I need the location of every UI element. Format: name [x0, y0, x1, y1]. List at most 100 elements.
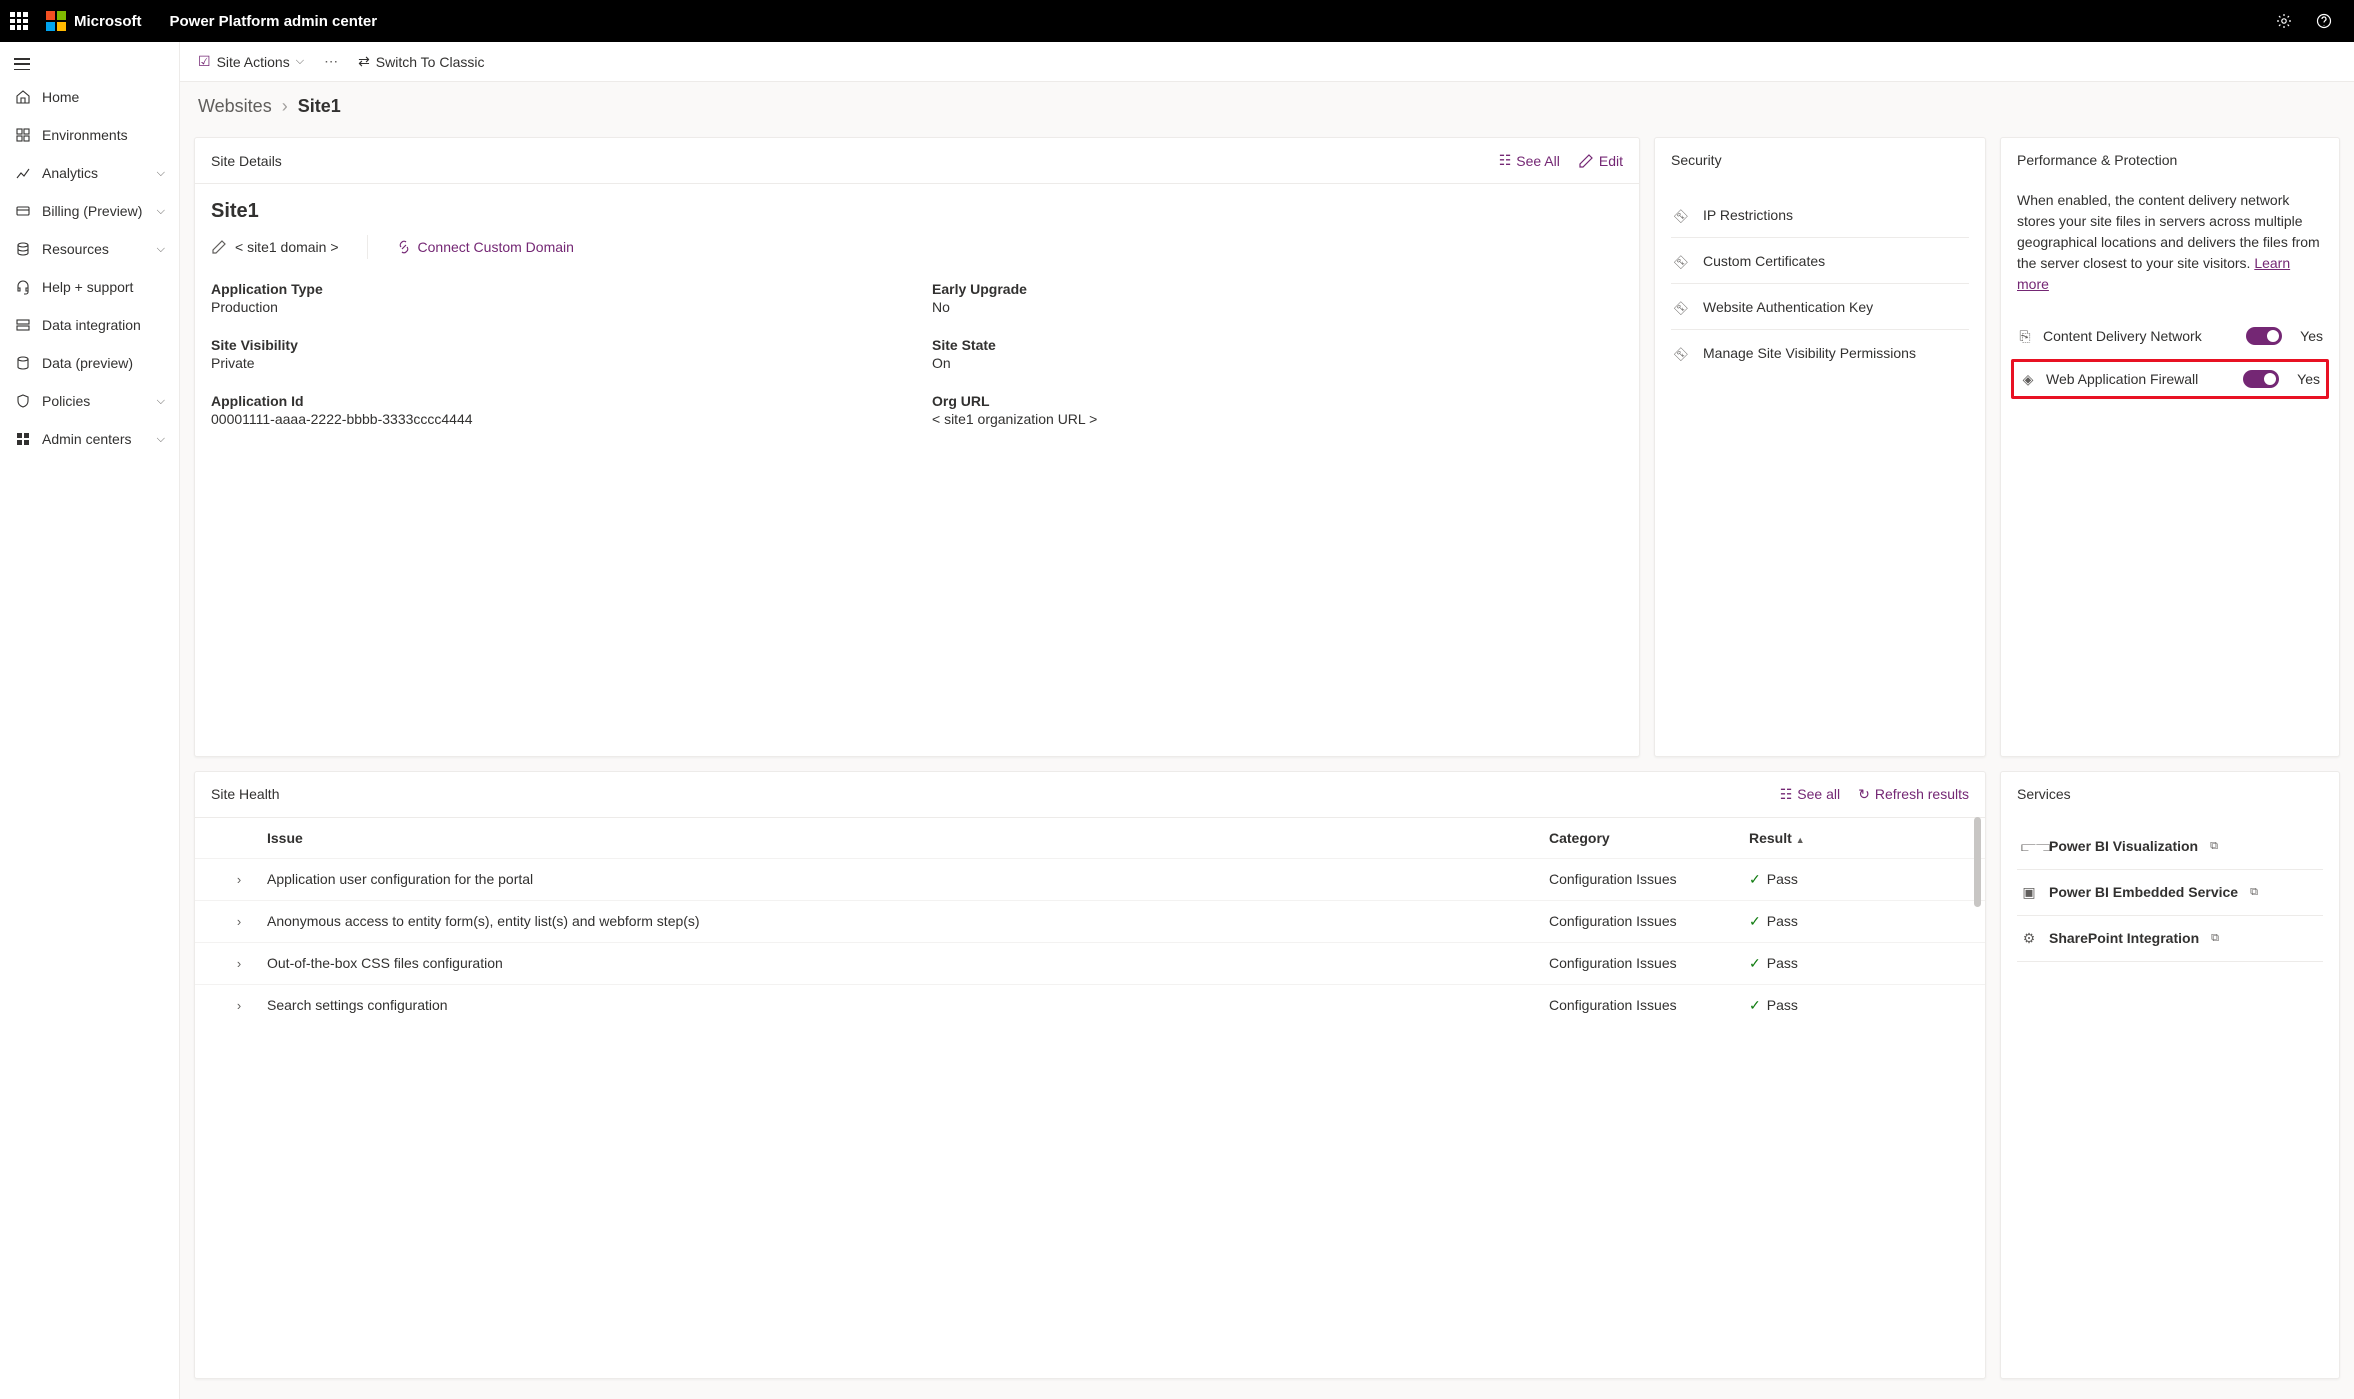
list-icon: ☷: [1780, 786, 1793, 803]
expand-row-button[interactable]: ›: [211, 998, 267, 1013]
health-table-header: Issue Category Result▲: [195, 817, 1985, 858]
edit-label: Edit: [1599, 153, 1623, 169]
app-launcher-icon[interactable]: [10, 12, 28, 30]
security-item-label: IP Restrictions: [1703, 207, 1793, 223]
nav-label: Analytics: [42, 165, 98, 181]
microsoft-logo-icon: [46, 11, 66, 31]
embed-icon: ▣: [2021, 884, 2037, 901]
service-power-bi-embedded[interactable]: ▣ Power BI Embedded Service ⧉: [2017, 870, 2323, 916]
health-row[interactable]: › Application user configuration for the…: [195, 858, 1985, 900]
result-cell: ✓Pass: [1749, 955, 1939, 972]
issue-cell: Anonymous access to entity form(s), enti…: [267, 913, 1549, 929]
site-actions-button[interactable]: ☑ Site Actions ⌵: [198, 53, 304, 70]
switch-to-classic-button[interactable]: ⇄ Switch To Classic: [358, 53, 484, 70]
site-state-value: On: [932, 355, 1623, 371]
category-cell: Configuration Issues: [1549, 871, 1749, 887]
chevron-down-icon: ⌵: [157, 167, 165, 180]
admin-centers-icon: [14, 430, 32, 448]
visibility-value: Private: [211, 355, 902, 371]
org-url-label: Org URL: [932, 393, 1623, 409]
app-id-label: Application Id: [211, 393, 902, 409]
service-sharepoint-integration[interactable]: ⚙ SharePoint Integration ⧉: [2017, 916, 2323, 962]
breadcrumb-current: Site1: [298, 96, 341, 117]
cdn-toggle[interactable]: [2246, 327, 2282, 345]
edit-icon[interactable]: [211, 239, 227, 255]
waf-setting-row: ◈ Web Application Firewall Yes: [2011, 359, 2329, 399]
expand-row-button[interactable]: ›: [211, 872, 267, 887]
key-icon: ⚿: [1671, 249, 1694, 272]
nav-resources[interactable]: Resources ⌵: [0, 230, 179, 268]
more-actions-button[interactable]: ⋯: [324, 53, 338, 70]
security-custom-certificates[interactable]: ⚿ Custom Certificates: [1671, 238, 1969, 284]
column-issue[interactable]: Issue: [267, 830, 1549, 846]
nav-home[interactable]: Home: [0, 78, 179, 116]
key-icon: ⚿: [1671, 295, 1694, 318]
card-title: Site Health: [211, 786, 279, 802]
security-ip-restrictions[interactable]: ⚿ IP Restrictions: [1671, 192, 1969, 238]
brand-logo[interactable]: Microsoft: [46, 11, 142, 31]
link-icon: [396, 239, 412, 255]
card-title: Services: [2017, 786, 2071, 802]
see-all-label: See All: [1516, 153, 1560, 169]
result-cell: ✓Pass: [1749, 913, 1939, 930]
security-website-auth-key[interactable]: ⚿ Website Authentication Key: [1671, 284, 1969, 330]
nav-environments[interactable]: Environments: [0, 116, 179, 154]
nav-label: Data integration: [42, 317, 141, 333]
security-visibility-permissions[interactable]: ⚿ Manage Site Visibility Permissions: [1671, 330, 1969, 375]
site-state-label: Site State: [932, 337, 1623, 353]
settings-button[interactable]: [2264, 0, 2304, 42]
edit-button[interactable]: Edit: [1578, 152, 1623, 169]
policies-icon: [14, 392, 32, 410]
security-item-label: Custom Certificates: [1703, 253, 1825, 269]
scrollbar-thumb[interactable]: [1974, 817, 1981, 907]
see-all-health-button[interactable]: ☷ See all: [1780, 786, 1840, 803]
nav-analytics[interactable]: Analytics ⌵: [0, 154, 179, 192]
nav-policies[interactable]: Policies ⌵: [0, 382, 179, 420]
connect-custom-domain-button[interactable]: Connect Custom Domain: [396, 239, 574, 255]
toolbar: ☑ Site Actions ⌵ ⋯ ⇄ Switch To Classic: [180, 42, 2354, 82]
nav-data-preview[interactable]: Data (preview): [0, 344, 179, 382]
nav-admin-centers[interactable]: Admin centers ⌵: [0, 420, 179, 458]
nav-collapse-button[interactable]: [0, 50, 179, 78]
expand-row-button[interactable]: ›: [211, 914, 267, 929]
cdn-setting-row: ⎘ Content Delivery Network Yes: [2017, 317, 2323, 355]
service-power-bi-visualization[interactable]: ⫍⫎ Power BI Visualization ⧉: [2017, 824, 2323, 870]
see-all-button[interactable]: ☷ See All: [1499, 152, 1560, 169]
health-row[interactable]: › Out-of-the-box CSS files configuration…: [195, 942, 1985, 984]
sharepoint-icon: ⚙: [2021, 930, 2037, 947]
check-icon: ✓: [1749, 913, 1761, 930]
refresh-results-button[interactable]: ↻ Refresh results: [1858, 786, 1969, 803]
chevron-down-icon: ⌵: [157, 243, 165, 256]
health-row[interactable]: › Anonymous access to entity form(s), en…: [195, 900, 1985, 942]
waf-toggle[interactable]: [2243, 370, 2279, 388]
column-category[interactable]: Category: [1549, 830, 1749, 846]
expand-row-button[interactable]: ›: [211, 956, 267, 971]
cdn-icon: ⎘: [2017, 328, 2033, 345]
waf-toggle-value: Yes: [2297, 371, 2320, 387]
hamburger-icon: [14, 58, 30, 70]
column-result[interactable]: Result▲: [1749, 830, 1939, 846]
divider: [367, 235, 368, 259]
nav-data-integration[interactable]: Data integration: [0, 306, 179, 344]
help-button[interactable]: [2304, 0, 2344, 42]
nav-billing[interactable]: Billing (Preview) ⌵: [0, 192, 179, 230]
nav-help[interactable]: Help + support: [0, 268, 179, 306]
issue-cell: Application user configuration for the p…: [267, 871, 1549, 887]
card-title: Site Details: [211, 153, 282, 169]
card-title: Security: [1671, 152, 1722, 168]
visibility-label: Site Visibility: [211, 337, 902, 353]
health-row[interactable]: › Search settings configuration Configur…: [195, 984, 1985, 1026]
nav-label: Help + support: [42, 279, 133, 295]
sort-arrow-icon: ▲: [1796, 835, 1805, 845]
key-icon: ⚿: [1671, 203, 1694, 226]
waf-icon: ◈: [2020, 371, 2036, 388]
refresh-icon: ↻: [1858, 786, 1870, 803]
breadcrumb: Websites › Site1: [180, 82, 2354, 127]
breadcrumb-websites[interactable]: Websites: [198, 96, 272, 117]
service-label: Power BI Visualization: [2049, 838, 2198, 854]
category-cell: Configuration Issues: [1549, 997, 1749, 1013]
app-type-label: Application Type: [211, 281, 902, 297]
cdn-toggle-value: Yes: [2300, 328, 2323, 344]
issue-cell: Out-of-the-box CSS files configuration: [267, 955, 1549, 971]
chevron-down-icon: ⌵: [157, 395, 165, 408]
